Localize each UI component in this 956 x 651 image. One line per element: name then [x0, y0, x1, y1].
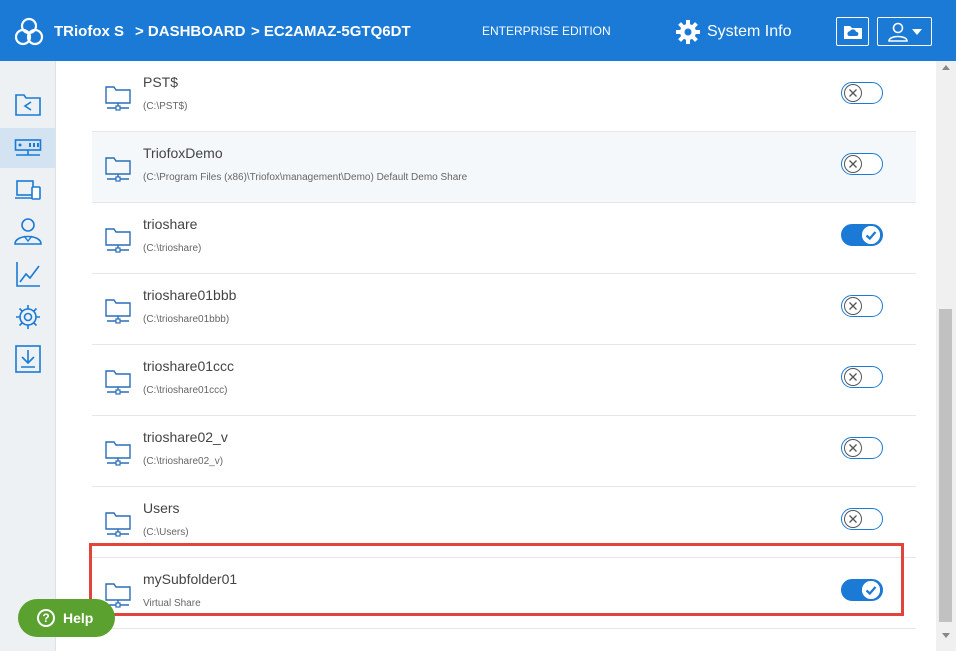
folder-share-icon [14, 94, 41, 116]
network-folder-icon [105, 86, 131, 111]
share-path: (C:\trioshare01bbb) [143, 314, 230, 325]
user-menu-button[interactable] [877, 17, 932, 46]
share-name: trioshare01bbb [143, 287, 237, 303]
list-item[interactable]: trioshare (C:\trioshare) [92, 203, 916, 274]
share-path: (C:\Users) [143, 527, 189, 538]
share-toggle[interactable] [841, 437, 883, 459]
scroll-up-icon[interactable] [942, 65, 950, 70]
chevron-down-icon [911, 28, 922, 35]
network-folder-icon [105, 228, 131, 253]
share-name: trioshare [143, 216, 198, 232]
breadcrumb-server[interactable]: > EC2AMAZ-5GTQ6DT [251, 23, 411, 40]
help-button[interactable]: ? Help [18, 599, 115, 637]
question-icon: ? [37, 609, 55, 627]
system-info-label: System Info [707, 23, 792, 40]
sidebar-item-downloads[interactable] [0, 339, 55, 379]
triofox-logo-icon[interactable] [14, 17, 44, 47]
toggle-off-icon [844, 297, 862, 315]
share-path: (C:\PST$) [143, 101, 188, 112]
edition-label: ENTERPRISE EDITION [482, 24, 611, 38]
sidebar-item-shares[interactable] [0, 84, 55, 124]
sidebar-item-reports[interactable] [0, 254, 55, 294]
checkmark-icon [862, 226, 880, 244]
toggle-off-icon [844, 439, 862, 457]
users-icon [13, 218, 42, 245]
list-item[interactable]: trioshare01ccc (C:\trioshare01ccc) [92, 345, 916, 416]
highlight-box [89, 543, 904, 616]
gear-icon [676, 20, 700, 44]
sidebar [0, 61, 56, 651]
share-name: trioshare02_v [143, 429, 228, 445]
share-path: (C:\trioshare01ccc) [143, 385, 228, 396]
share-toggle[interactable] [841, 82, 883, 104]
gear-icon [15, 305, 40, 329]
network-folder-icon [105, 157, 131, 182]
cloud-folder-button[interactable] [836, 17, 869, 46]
share-toggle[interactable] [841, 295, 883, 317]
list-item[interactable]: TriofoxDemo (C:\Program Files (x86)\Trio… [92, 132, 916, 203]
scrollbar-thumb[interactable] [939, 309, 952, 622]
toggle-off-icon [844, 510, 862, 528]
sidebar-item-servers[interactable] [0, 128, 55, 168]
list-item[interactable]: PST$ (C:\PST$) [92, 61, 916, 132]
sidebar-item-users[interactable] [0, 211, 55, 251]
help-label: Help [63, 610, 94, 626]
toggle-off-icon [844, 84, 862, 102]
toggle-off-icon [844, 155, 862, 173]
network-folder-icon [105, 441, 131, 466]
brand-title[interactable]: TRiofox S [54, 23, 124, 40]
share-name: trioshare01ccc [143, 358, 235, 374]
share-path: (C:\Program Files (x86)\Triofox\manageme… [143, 172, 468, 183]
scroll-down-icon[interactable] [942, 633, 950, 638]
user-icon [887, 22, 908, 42]
share-name: PST$ [143, 74, 179, 90]
chart-icon [15, 262, 40, 287]
share-name: Users [143, 500, 180, 516]
share-toggle[interactable] [841, 508, 883, 530]
list-item[interactable]: trioshare01bbb (C:\trioshare01bbb) [92, 274, 916, 345]
share-toggle[interactable] [841, 153, 883, 175]
share-name: TriofoxDemo [143, 145, 223, 161]
toggle-off-icon [844, 368, 862, 386]
network-folder-icon [105, 299, 131, 324]
cloud-folder-icon [843, 25, 862, 39]
network-folder-icon [105, 370, 131, 395]
share-toggle[interactable] [841, 366, 883, 388]
network-folder-icon [105, 512, 131, 537]
breadcrumb-dashboard[interactable]: > DASHBOARD [135, 23, 245, 40]
list-item[interactable]: trioshare02_v (C:\trioshare02_v) [92, 416, 916, 487]
server-icon [14, 139, 41, 156]
download-icon [14, 345, 41, 373]
system-info-button[interactable]: System Info [675, 17, 791, 47]
share-path: (C:\trioshare) [143, 243, 202, 254]
devices-icon [14, 180, 41, 200]
share-path: (C:\trioshare02_v) [143, 456, 224, 467]
sidebar-item-devices[interactable] [0, 170, 55, 210]
top-bar: TRiofox S > DASHBOARD > EC2AMAZ-5GTQ6DT … [0, 0, 956, 61]
share-toggle[interactable] [841, 224, 883, 246]
sidebar-item-settings[interactable] [0, 297, 55, 337]
